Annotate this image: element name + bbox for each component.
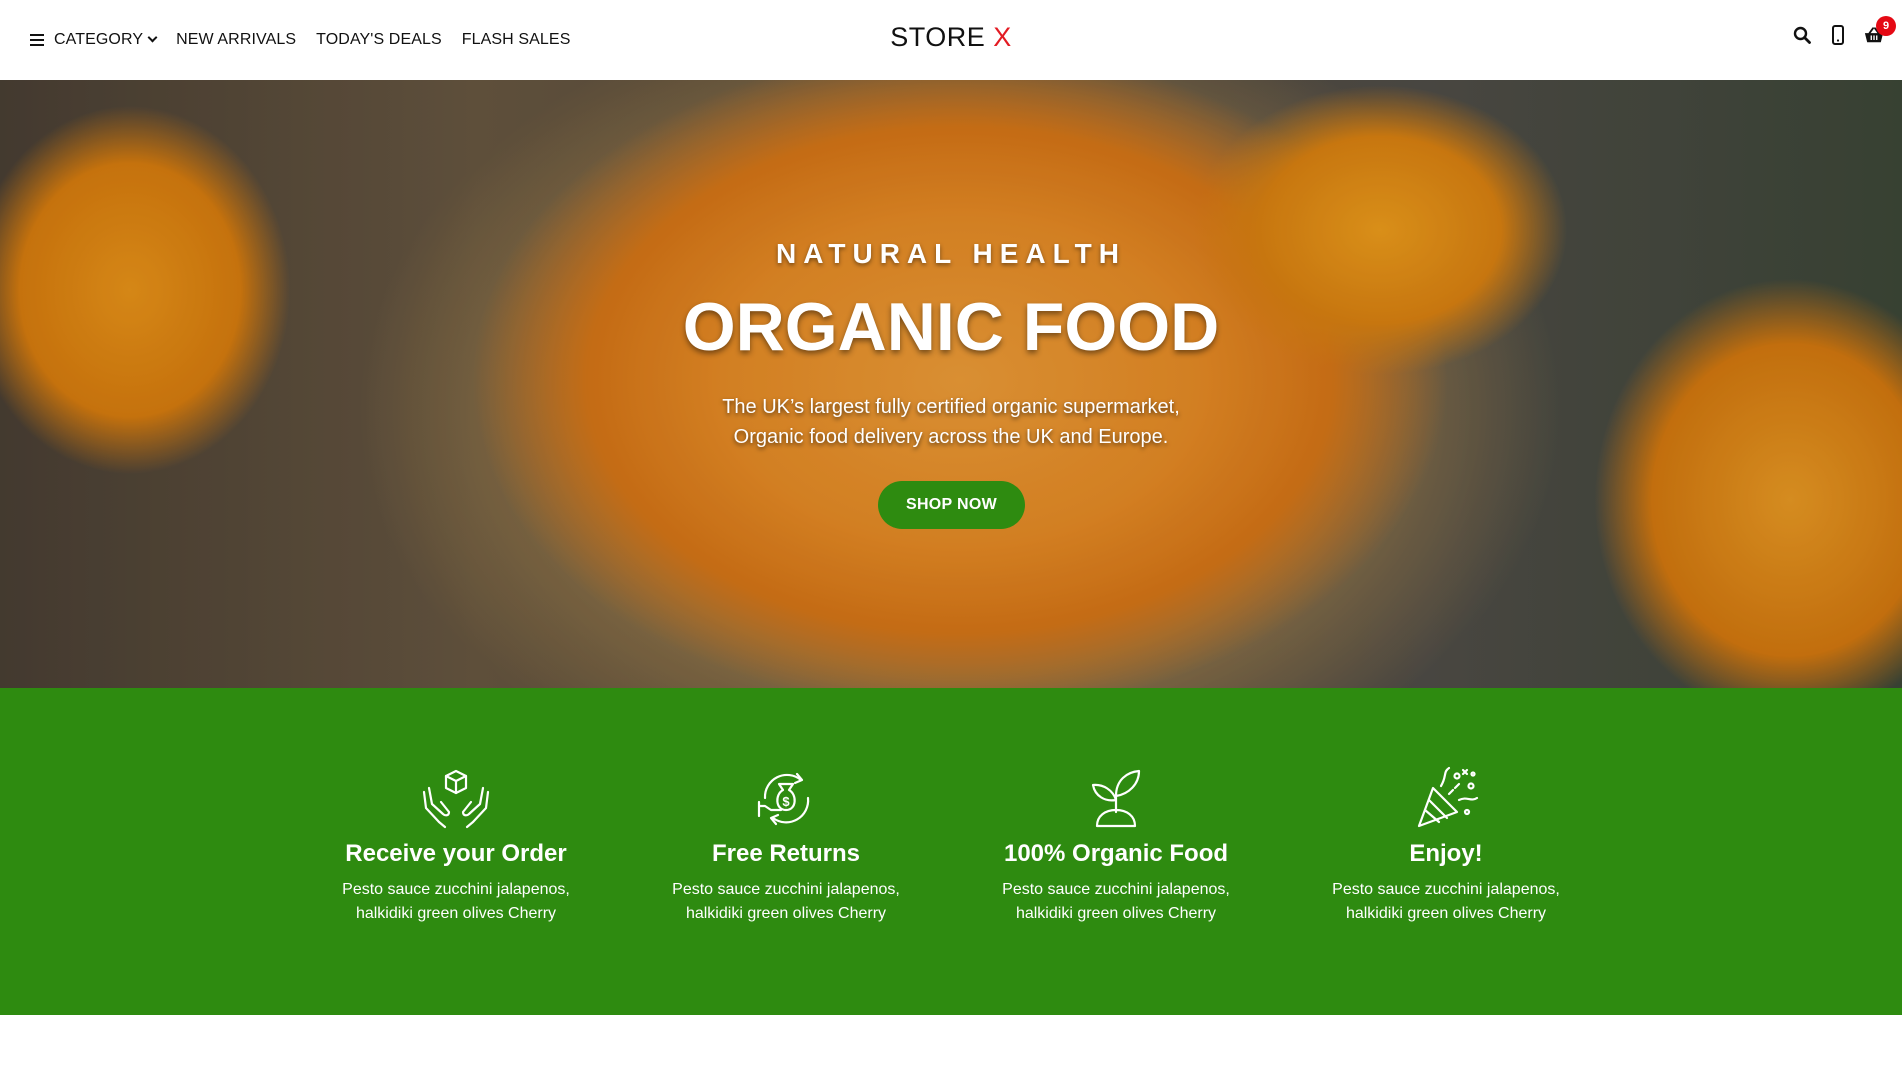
hero-banner: NATURAL HEALTH ORGANIC FOOD The UK’s lar…: [0, 80, 1902, 688]
nav-category-label: CATEGORY: [54, 31, 144, 48]
party-popper-icon: [1417, 766, 1479, 828]
feature-free-returns: $ Free Returns Pesto sauce zucchini jala…: [636, 766, 936, 926]
sprout-icon: [1091, 769, 1141, 828]
features-section: Receive your Order Pesto sauce zucchini …: [0, 688, 1902, 1015]
shop-now-button[interactable]: SHOP NOW: [878, 481, 1025, 529]
hero-description-line-2: Organic food delivery across the UK and …: [733, 426, 1169, 448]
feature-description-line-2: halkidiki green olives Cherry: [1345, 905, 1547, 922]
nav-flash-sales-label: FLASH SALES: [461, 31, 571, 48]
chevron-down-icon: [147, 32, 158, 43]
logo-accent: X: [993, 22, 1012, 52]
svg-text:$: $: [782, 794, 790, 809]
money-return-icon: $: [757, 772, 810, 826]
feature-description: Pesto sauce zucchini jalapenos, halkidik…: [966, 878, 1266, 926]
logo-text: STORE: [890, 22, 986, 52]
nav-todays-deals-label: TODAY'S DEALS: [316, 31, 442, 48]
cart-count-badge: 9: [1876, 16, 1896, 36]
feature-receive-order: Receive your Order Pesto sauce zucchini …: [306, 766, 606, 926]
phone-button[interactable]: [1828, 24, 1848, 46]
feature-description-line-2: halkidiki green olives Cherry: [355, 905, 557, 922]
main-nav: CATEGORY NEW ARRIVALS TODAY'S DEALS FLAS…: [30, 0, 590, 80]
nav-todays-deals[interactable]: TODAY'S DEALS: [316, 31, 442, 49]
feature-description-line-1: Pesto sauce zucchini jalapenos,: [672, 881, 900, 898]
hero-title: ORGANIC FOOD: [682, 289, 1220, 365]
search-button[interactable]: [1792, 24, 1812, 46]
nav-new-arrivals-label: NEW ARRIVALS: [176, 31, 297, 48]
site-header: CATEGORY NEW ARRIVALS TODAY'S DEALS FLAS…: [0, 0, 1902, 80]
feature-enjoy: Enjoy! Pesto sauce zucchini jalapenos, h…: [1296, 766, 1596, 926]
hands-box-icon: [422, 769, 490, 829]
feature-description-line-1: Pesto sauce zucchini jalapenos,: [342, 881, 570, 898]
hero-description: The UK’s largest fully certified organic…: [0, 392, 1902, 452]
feature-description-line-2: halkidiki green olives Cherry: [685, 905, 887, 922]
feature-description-line-1: Pesto sauce zucchini jalapenos,: [1002, 881, 1230, 898]
search-icon: [1793, 26, 1811, 44]
menu-icon: [30, 34, 44, 46]
phone-icon: [1832, 25, 1844, 45]
feature-title: 100% Organic Food: [1003, 840, 1229, 867]
hero-description-line-1: The UK’s largest fully certified organic…: [722, 396, 1180, 418]
feature-title: Enjoy!: [1409, 840, 1483, 867]
nav-new-arrivals[interactable]: NEW ARRIVALS: [176, 31, 296, 49]
feature-description: Pesto sauce zucchini jalapenos, halkidik…: [636, 878, 936, 926]
feature-organic-food: 100% Organic Food Pesto sauce zucchini j…: [966, 766, 1266, 926]
feature-description-line-1: Pesto sauce zucchini jalapenos,: [1332, 881, 1560, 898]
feature-description: Pesto sauce zucchini jalapenos, halkidik…: [306, 878, 606, 926]
feature-description-line-2: halkidiki green olives Cherry: [1015, 905, 1217, 922]
hero-content: NATURAL HEALTH ORGANIC FOOD The UK’s lar…: [0, 80, 1902, 688]
feature-title: Free Returns: [711, 840, 861, 867]
header-actions: 9: [1792, 16, 1896, 46]
hero-eyebrow: NATURAL HEALTH: [776, 238, 1126, 269]
cart-button[interactable]: 9: [1864, 16, 1896, 46]
nav-category[interactable]: CATEGORY: [30, 31, 158, 49]
feature-title: Receive your Order: [345, 840, 567, 867]
nav-flash-sales[interactable]: FLASH SALES: [462, 31, 571, 49]
feature-description: Pesto sauce zucchini jalapenos, halkidik…: [1296, 878, 1596, 926]
